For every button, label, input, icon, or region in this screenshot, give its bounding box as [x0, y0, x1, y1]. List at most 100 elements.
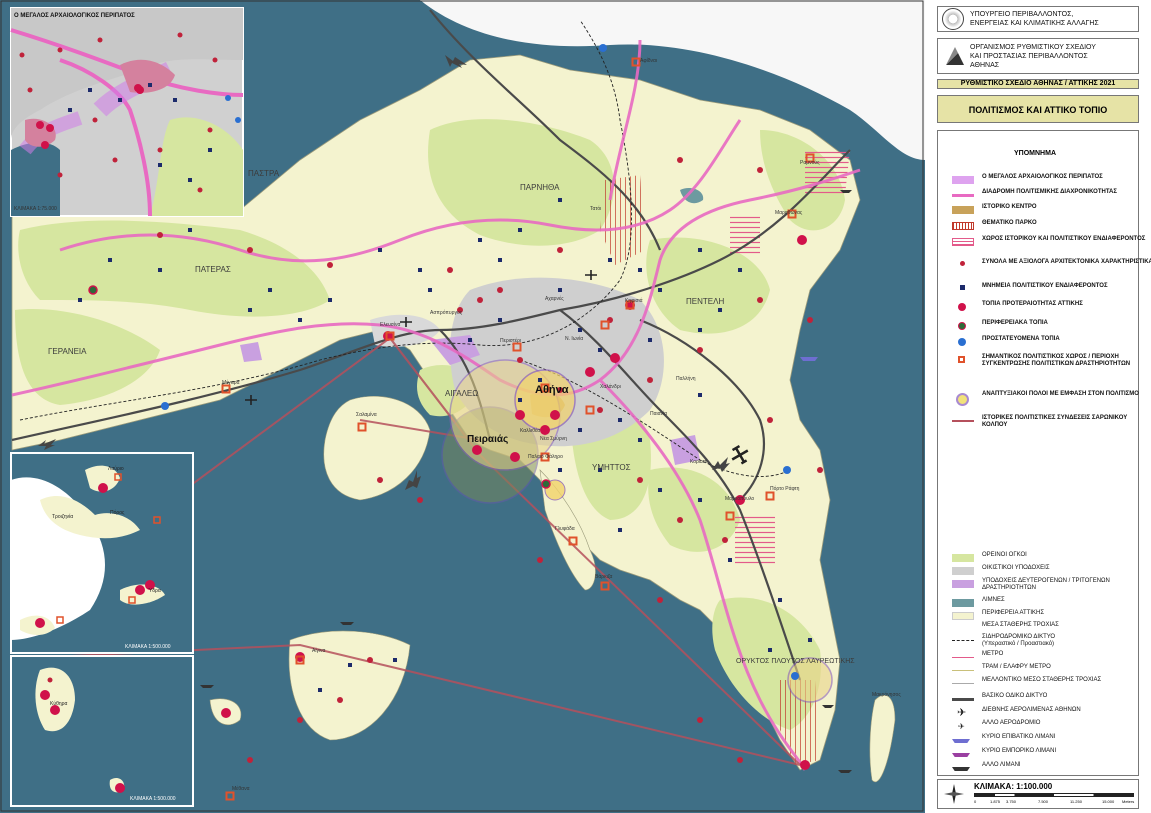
- legend-label: ΚΥΡΙΟ ΕΜΠΟΡΙΚΟ ΛΙΜΑΝΙ: [982, 748, 1057, 754]
- monument-square: [718, 308, 722, 312]
- monument-square: [378, 248, 382, 252]
- scale-tick-label: 1.875: [990, 799, 1001, 804]
- map-title: ΠΟΛΙΤΙΣΜΟΣ ΚΑΙ ΑΤΤΙΚΟ ΤΟΠΙΟ: [937, 95, 1139, 123]
- legend-swatch-shape: [952, 599, 974, 607]
- organization-name-3: ΑΘΗΝΑΣ: [970, 62, 1000, 69]
- monument-square: [78, 298, 82, 302]
- scale-tick-label: 11.250: [1070, 799, 1082, 804]
- legend-label: ΑΛΛΟ ΑΕΡΟΔΡΟΜΙΟ: [982, 720, 1041, 726]
- architectural-ensemble-dot: [722, 537, 728, 543]
- legend-label: ΧΩΡΟΣ ΙΣΤΟΡΙΚΟΥ ΚΑΙ ΠΟΛΙΤΙΣΤΙΚΟΥ ΕΝΔΙΑΦΕ…: [982, 236, 1146, 242]
- legend-label: ΔΙΕΘΝΗΣ ΑΕΡΟΛΙΜΕΝΑΣ ΑΘΗΝΩΝ: [982, 707, 1081, 713]
- priority-landscape-dot: [550, 410, 560, 420]
- legend-label: ΠΡΟΣΤΑΤΕΥΟΜΕΝΑ ΤΟΠΙΑ: [982, 336, 1060, 342]
- protected-landscape-dot: [161, 402, 169, 410]
- dark-ship-swatch: [952, 764, 974, 773]
- architectural-ensemble-dot: [367, 657, 373, 663]
- inset-archaeological-walk: Ο ΜΕΓΑΛΟΣ ΑΡΧΑΙΟΛΟΓΙΚΟΣ ΠΕΡΙΠΑΤΟΣ ΚΛΙΜΑΚ…: [10, 7, 244, 217]
- label-markopoulo: Μαρκόπουλο: [725, 495, 754, 502]
- inset-red-dot: [207, 127, 213, 133]
- red-dot-swatch: [952, 261, 974, 270]
- legend-swatch-shape: [952, 767, 970, 771]
- label-methana-main: Μέθανα: [232, 785, 250, 792]
- monument-square: [108, 258, 112, 262]
- architectural-ensemble-dot: [657, 597, 663, 603]
- cream-area-swatch: [952, 612, 974, 621]
- legend-item-navy-square: ΜΝΗΜΕΙΑ ΠΟΛΙΤΙΣΤΙΚΟΥ ΕΝΔΙΑΦΕΡΟΝΤΟΣ: [952, 283, 1151, 301]
- monument-square: [478, 238, 482, 242]
- legend-swatch-shape: [952, 222, 974, 230]
- inset-priority-dot: [135, 585, 145, 595]
- legend-swatch-shape: [952, 567, 974, 575]
- legend-label: ΣΥΝΟΛΑ ΜΕ ΑΞΙΟΛΟΓΑ ΑΡΧΙΤΕΚΤΟΝΙΚΑ ΧΑΡΑΚΤΗ…: [982, 259, 1151, 265]
- legend-swatch-shape: [952, 194, 974, 197]
- legend-item-teal-area: ΛΙΜΝΕΣ: [952, 597, 1151, 610]
- red-hatch-swatch: [952, 222, 974, 231]
- legend-label: ΜΕΣΑ ΣΤΑΘΕΡΗΣ ΤΡΟΧΙΑΣ: [982, 622, 1059, 628]
- monument-square: [188, 228, 192, 232]
- organization-name-2: ΚΑΙ ΠΡΟΣΤΑΣΙΑΣ ΠΕΡΙΒΑΛΛΟΝΤΟΣ: [970, 53, 1088, 60]
- priority-landscape-dot: [610, 353, 620, 363]
- orange-square-swatch: [952, 356, 974, 365]
- monument-square: [318, 688, 322, 692]
- legend-item-blue-ship: ΚΥΡΙΟ ΕΠΙΒΑΤΙΚΟ ΛΙΜΑΝΙ: [952, 734, 1151, 747]
- tram-line-swatch: [952, 666, 974, 675]
- scale-tick-label: 0: [974, 799, 977, 804]
- monument-square: [248, 308, 252, 312]
- legend-item-road-line: ΒΑΣΙΚΟ ΟΔΙΚΟ ΔΙΚΤΥΟ: [952, 693, 1151, 706]
- monument-square: [578, 328, 582, 332]
- inset-bot-label-kythira: Κύθηρα: [50, 700, 67, 707]
- label-paiania: Παιανία: [650, 411, 667, 417]
- label-aigina: Αίγινα: [312, 648, 326, 654]
- architectural-ensemble-dot: [637, 477, 643, 483]
- ministry-name-1: ΥΠΟΥΡΓΕΙΟ ΠΕΡΙΒΑΛΛΟΝΤΟΣ,: [970, 11, 1074, 18]
- green-dot-swatch: [952, 322, 974, 331]
- protected-landscape-dot: [783, 466, 791, 474]
- inset-red-dot: [47, 677, 53, 683]
- legend-label: ΑΝΑΠΤΥΞΙΑΚΟΙ ΠΟΛΟΙ ΜΕ ΕΜΦΑΣΗ ΣΤΟΝ ΠΟΛΙΤΙ…: [982, 391, 1139, 397]
- priority-landscape-dot: [515, 410, 525, 420]
- label-ymittos: ΥΜΗΤΤΟΣ: [592, 463, 631, 472]
- label-nea-smyrni: Νέα Σμύρνη: [540, 435, 567, 442]
- monument-square: [158, 268, 162, 272]
- legend-label: ΙΣΤΟΡΙΚΟ ΚΕΝΤΡΟ: [982, 204, 1037, 210]
- inset-priority-dot: [115, 783, 125, 793]
- monument-square: [558, 468, 562, 472]
- architectural-ensemble-dot: [377, 477, 383, 483]
- priority-landscape-dot: [800, 760, 810, 770]
- architectural-ensemble-dot: [557, 247, 563, 253]
- legend-label: ΜΕΛΛΟΝΤΙΚΟ ΜΕΣΟ ΣΤΑΘΕΡΗΣ ΤΡΟΧΙΑΣ: [982, 677, 1102, 683]
- protected-landscape-dot: [791, 672, 799, 680]
- architectural-ensemble-dot: [697, 717, 703, 723]
- monument-square: [698, 498, 702, 502]
- legend-swatch-shape: [960, 261, 965, 266]
- inset-mid-label-troizinia: Τροιζηνία: [52, 514, 73, 520]
- inset-priority-dot: [46, 124, 54, 132]
- monument-square: [498, 258, 502, 262]
- attica-map[interactable]: ΠΑΡΝΗΘΑ ΠΕΝΤΕΛΗ ΥΜΗΤΤΟΣ ΑΙΓΑΛΕΩ ΠΑΤΕΡΑΣ …: [0, 0, 925, 813]
- legend-label: ΟΙΚΙΣΤΙΚΟΙ ΥΠΟΔΟΧΕΙΣ: [982, 565, 1050, 571]
- label-afidnai: Αφίδναι: [640, 58, 657, 64]
- monument-square: [698, 248, 702, 252]
- label-peristeri: Περιστέρι: [500, 337, 521, 344]
- scale-label: ΚΛΙΜΑΚΑ: 1:100.000: [974, 782, 1053, 791]
- legend-swatch-shape: [958, 303, 966, 311]
- monument-square: [298, 318, 302, 322]
- architectural-ensemble-dot: [497, 287, 503, 293]
- monument-square: [638, 268, 642, 272]
- architectural-ensemble-dot: [597, 407, 603, 413]
- magenta-line-swatch: [952, 191, 974, 200]
- road-line-swatch: [952, 695, 974, 704]
- inset-priority-dot: [134, 84, 142, 92]
- architectural-ensemble-dot: [737, 757, 743, 763]
- monument-square: [468, 338, 472, 342]
- legend-swatch-shape: [952, 612, 974, 620]
- rail-line-swatch: [952, 636, 974, 645]
- architectural-ensemble-dot: [417, 497, 423, 503]
- architectural-ensemble-dot: [647, 377, 653, 383]
- label-tatoi: Τατόι: [590, 205, 601, 212]
- legend-label: ΜΕΤΡΟ: [982, 651, 1004, 657]
- label-megara: Μέγαρα: [222, 379, 240, 386]
- architectural-ensemble-dot: [817, 467, 823, 473]
- monument-square: [618, 528, 622, 532]
